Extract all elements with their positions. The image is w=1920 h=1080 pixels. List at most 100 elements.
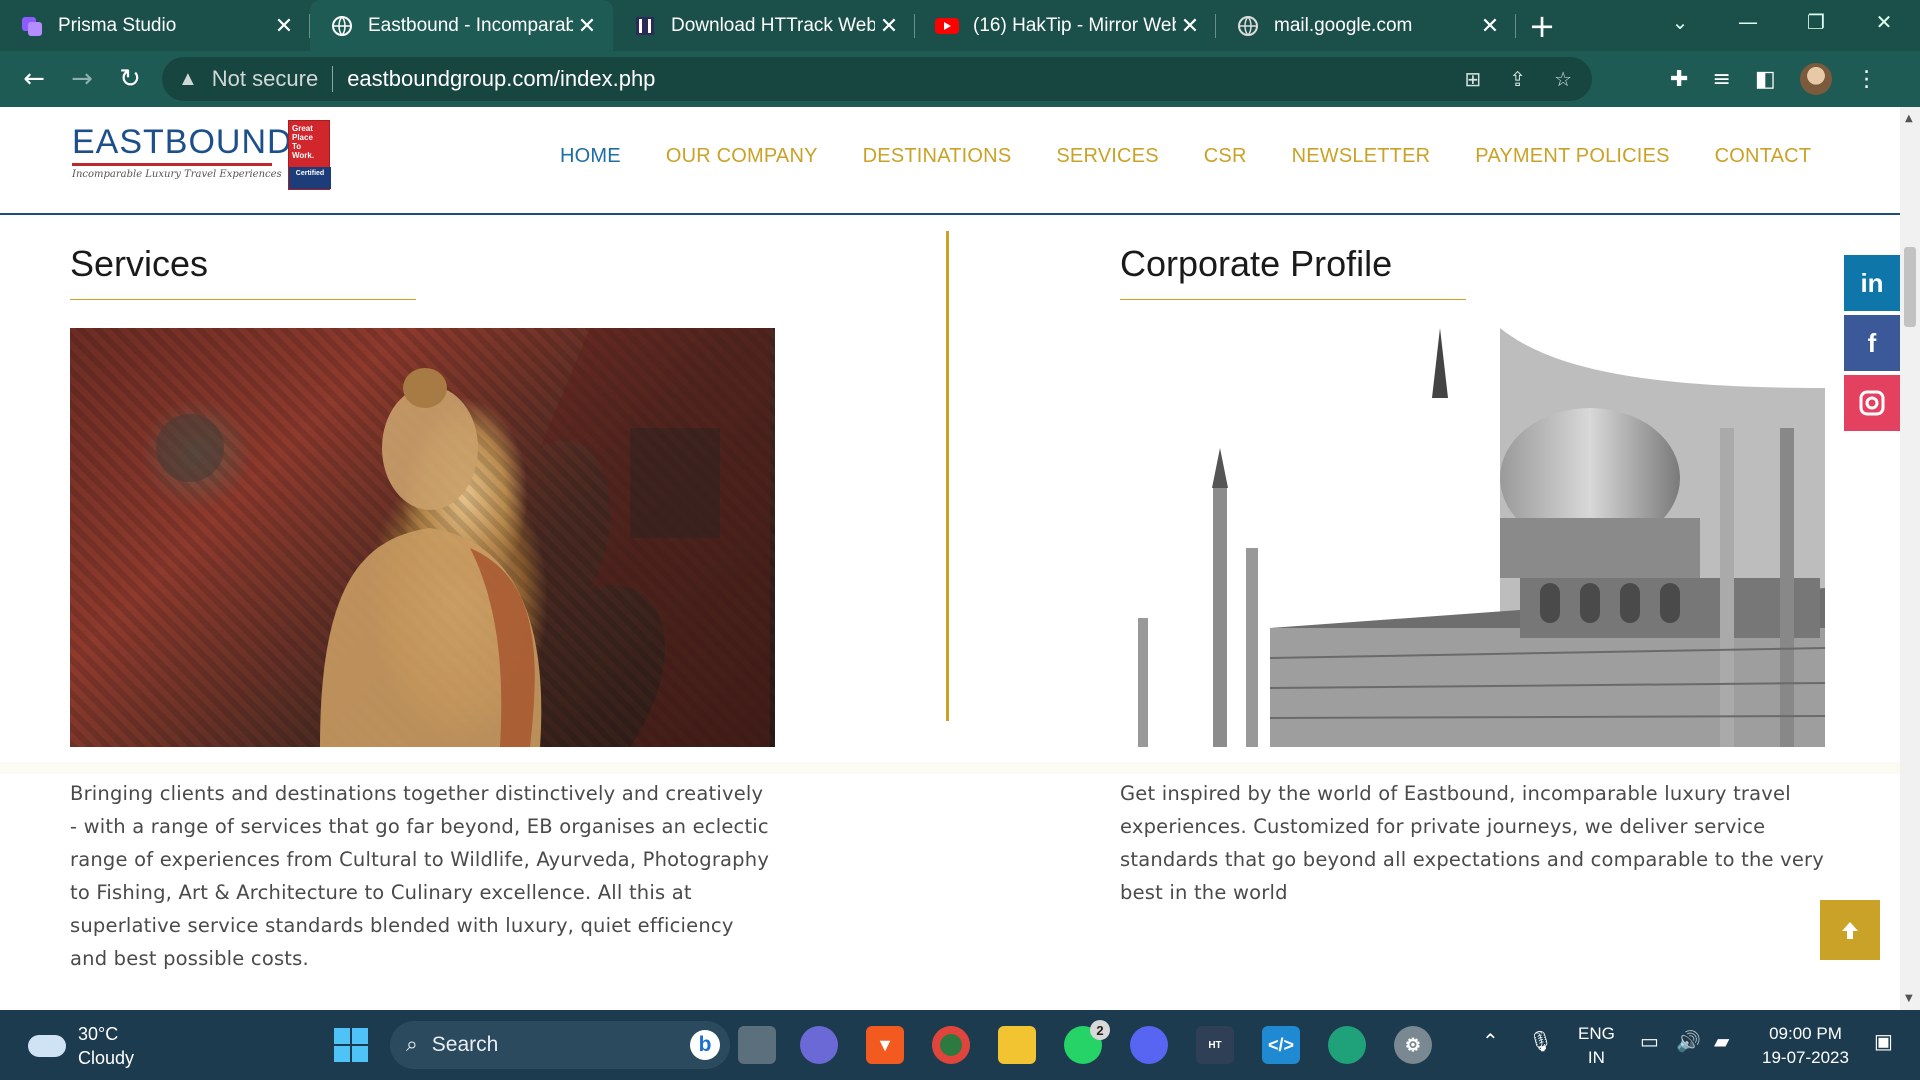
battery-icon[interactable]: ▰ bbox=[1714, 1030, 1729, 1054]
language-indicator[interactable]: ENG IN bbox=[1578, 1022, 1615, 1070]
close-tab-icon[interactable]: ✕ bbox=[875, 13, 903, 39]
nav-our-company[interactable]: OUR COMPANY bbox=[666, 145, 818, 168]
translate-icon[interactable]: ⊞ bbox=[1465, 67, 1482, 92]
teams-chat-icon[interactable] bbox=[800, 1026, 838, 1064]
brave-icon[interactable]: ▼ bbox=[866, 1026, 904, 1064]
weather-widget[interactable]: 30°C Cloudy bbox=[28, 1022, 134, 1070]
logo-underline bbox=[72, 163, 272, 166]
nav-newsletter[interactable]: NEWSLETTER bbox=[1292, 145, 1431, 168]
linkedin-icon[interactable]: in bbox=[1844, 255, 1900, 311]
logo-tagline: Incomparable Luxury Travel Experiences bbox=[72, 169, 282, 180]
volume-icon[interactable]: 🔊 bbox=[1676, 1030, 1701, 1054]
task-view-icon[interactable] bbox=[738, 1026, 776, 1064]
discord-icon[interactable] bbox=[1130, 1026, 1168, 1064]
forward-icon[interactable]: → bbox=[58, 55, 106, 103]
reading-list-icon[interactable]: ≡ bbox=[1712, 67, 1730, 92]
extensions-icon[interactable]: ✚ bbox=[1670, 67, 1688, 92]
arrow-up-icon bbox=[1842, 922, 1858, 939]
buddha-statue-image bbox=[70, 328, 775, 747]
settings-icon[interactable]: ⚙ bbox=[1394, 1026, 1432, 1064]
menu-kebab-icon[interactable]: ⋮ bbox=[1856, 67, 1878, 92]
tab-title: Download HTTrack Websi bbox=[671, 14, 875, 36]
tab-title: (16) HakTip - Mirror Webs bbox=[973, 14, 1176, 36]
bookmark-star-icon[interactable]: ☆ bbox=[1554, 67, 1572, 92]
prisma-icon bbox=[20, 14, 44, 38]
clock-date: 19-07-2023 bbox=[1762, 1048, 1849, 1067]
site-header: EASTBOUND Incomparable Luxury Travel Exp… bbox=[0, 107, 1900, 215]
network-icon[interactable]: ▭ bbox=[1640, 1030, 1659, 1054]
facebook-icon[interactable]: f bbox=[1844, 315, 1900, 371]
search-icon: ⌕ bbox=[406, 1033, 418, 1056]
microphone-icon[interactable]: 🎙 bbox=[1528, 1030, 1553, 1054]
tab-eastbound[interactable]: Eastbound - Incomparable ✕ bbox=[310, 0, 613, 51]
new-tab-button[interactable]: + bbox=[1516, 0, 1568, 51]
cloud-icon bbox=[28, 1035, 66, 1057]
nav-csr[interactable]: CSR bbox=[1204, 145, 1247, 168]
windows-start-icon[interactable] bbox=[332, 1026, 370, 1064]
great-place-to-work-badge: Great Place To Work. Certified bbox=[288, 120, 331, 190]
back-icon[interactable]: ← bbox=[10, 55, 58, 103]
lang-top: ENG bbox=[1578, 1024, 1615, 1043]
notifications-icon[interactable]: ▣ bbox=[1874, 1030, 1893, 1054]
file-explorer-icon[interactable] bbox=[998, 1026, 1036, 1064]
whatsapp-icon[interactable]: 2 bbox=[1064, 1020, 1110, 1064]
tab-title: Eastbound - Incomparable bbox=[368, 14, 573, 36]
restore-button[interactable]: ❐ bbox=[1788, 0, 1844, 44]
taskbar-search[interactable]: ⌕ Search b bbox=[390, 1021, 730, 1069]
windows-taskbar: 30°C Cloudy ⌕ Search b ▼ 2 HT </> ⚙ ⌃ 🎙 … bbox=[0, 1010, 1920, 1080]
instagram-icon[interactable] bbox=[1844, 375, 1900, 431]
nav-home[interactable]: HOME bbox=[560, 145, 621, 168]
close-window-button[interactable]: ✕ bbox=[1856, 0, 1912, 44]
scroll-up-icon[interactable]: ▲ bbox=[1905, 113, 1913, 124]
tab-search-icon[interactable]: ⌄ bbox=[1652, 0, 1708, 44]
nav-contact[interactable]: CONTACT bbox=[1715, 145, 1812, 168]
nav-services[interactable]: SERVICES bbox=[1056, 145, 1158, 168]
tab-strip: Prisma Studio ✕ Eastbound - Incomparable… bbox=[0, 0, 1920, 51]
tab-youtube[interactable]: (16) HakTip - Mirror Webs ✕ bbox=[915, 0, 1216, 51]
close-tab-icon[interactable]: ✕ bbox=[270, 13, 298, 39]
reload-icon[interactable]: ↻ bbox=[106, 55, 154, 103]
nav-payment-policies[interactable]: PAYMENT POLICIES bbox=[1475, 145, 1669, 168]
show-hidden-icons[interactable]: ⌃ bbox=[1482, 1030, 1499, 1054]
tab-gmail[interactable]: mail.google.com ✕ bbox=[1216, 0, 1516, 51]
back-to-top-button[interactable] bbox=[1820, 900, 1880, 960]
url-text[interactable]: eastboundgroup.com/index.php bbox=[347, 66, 655, 92]
edge-icon[interactable] bbox=[1328, 1026, 1366, 1064]
web-page: EASTBOUND Incomparable Luxury Travel Exp… bbox=[0, 107, 1900, 1010]
close-tab-icon[interactable]: ✕ bbox=[1176, 13, 1204, 39]
main-nav: HOME OUR COMPANY DESTINATIONS SERVICES C… bbox=[560, 145, 1856, 168]
buddha-illustration bbox=[156, 328, 770, 747]
profile-avatar[interactable] bbox=[1799, 63, 1832, 95]
tab-title: Prisma Studio bbox=[58, 14, 177, 36]
scrollbar-thumb[interactable] bbox=[1904, 247, 1916, 327]
column-divider bbox=[946, 231, 949, 721]
tab-title: mail.google.com bbox=[1274, 14, 1413, 36]
bing-icon[interactable]: b bbox=[690, 1030, 720, 1060]
youtube-icon bbox=[935, 14, 959, 38]
vscode-icon[interactable]: </> bbox=[1262, 1026, 1300, 1064]
services-description: Bringing clients and destinations togeth… bbox=[70, 782, 770, 970]
security-label[interactable]: Not secure bbox=[212, 66, 318, 92]
clock-time: 09:00 PM bbox=[1769, 1024, 1842, 1043]
close-tab-icon[interactable]: ✕ bbox=[1476, 13, 1504, 39]
httrack-app-icon[interactable]: HT bbox=[1196, 1026, 1234, 1064]
clock[interactable]: 09:00 PM 19-07-2023 bbox=[1762, 1022, 1849, 1070]
eastbound-logo[interactable]: EASTBOUND Incomparable Luxury Travel Exp… bbox=[72, 123, 293, 180]
side-panel-icon[interactable]: ◧ bbox=[1755, 67, 1776, 92]
whatsapp-badge: 2 bbox=[1090, 1020, 1110, 1040]
logo-text: EASTBOUND bbox=[72, 123, 293, 161]
weather-desc: Cloudy bbox=[78, 1048, 135, 1068]
httrack-icon bbox=[633, 14, 657, 38]
divider bbox=[332, 66, 334, 92]
services-title: Services bbox=[70, 243, 209, 284]
scroll-down-icon[interactable]: ▼ bbox=[1905, 993, 1913, 1004]
chrome-icon[interactable] bbox=[932, 1026, 970, 1064]
share-icon[interactable]: ⇪ bbox=[1509, 67, 1526, 92]
address-bar[interactable]: ▲ Not secure eastboundgroup.com/index.ph… bbox=[162, 57, 1592, 101]
page-scrollbar[interactable]: ▲ ▼ bbox=[1900, 107, 1920, 1010]
nav-destinations[interactable]: DESTINATIONS bbox=[863, 145, 1012, 168]
tab-prisma-studio[interactable]: Prisma Studio ✕ bbox=[0, 0, 310, 51]
tab-httrack[interactable]: Download HTTrack Websi ✕ bbox=[613, 0, 915, 51]
minimize-button[interactable]: — bbox=[1720, 0, 1776, 44]
close-tab-icon[interactable]: ✕ bbox=[573, 13, 601, 39]
